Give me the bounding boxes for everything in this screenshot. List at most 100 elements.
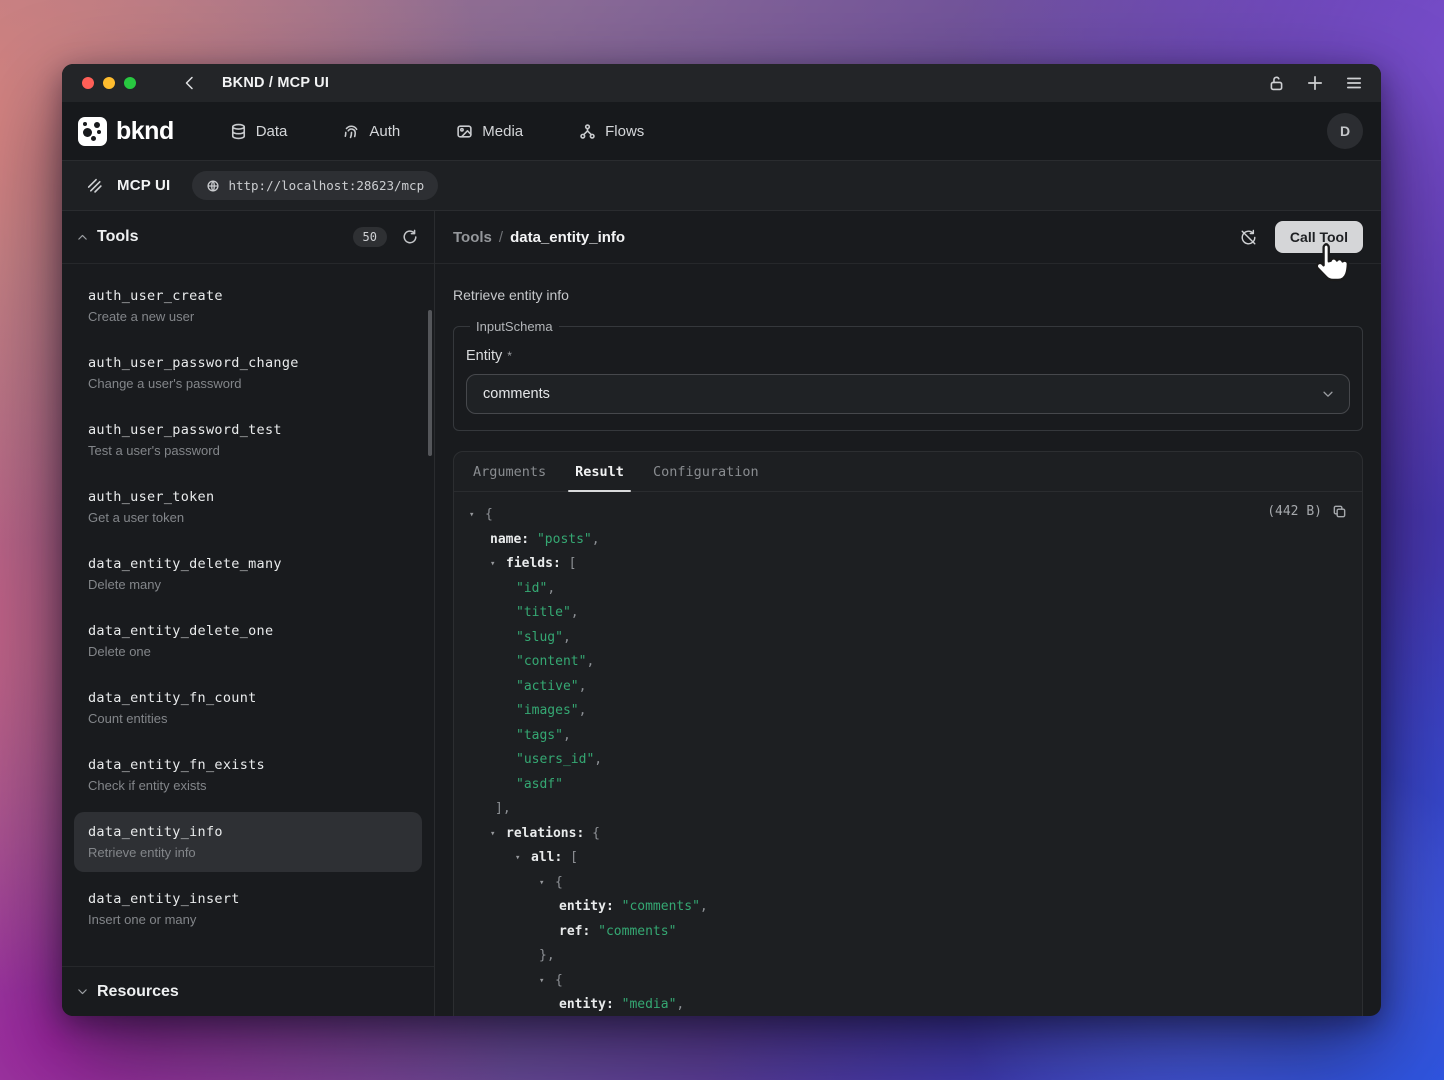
- sidebar-tool-item[interactable]: auth_user_password_test Test a user's pa…: [74, 410, 422, 470]
- sidebar-tool-item[interactable]: auth_user_password_change Change a user'…: [74, 343, 422, 403]
- mcp-url-pill[interactable]: http://localhost:28623/mcp: [192, 171, 438, 200]
- sidebar-tool-item[interactable]: data_entity_insert Insert one or many: [74, 879, 422, 939]
- globe-icon: [206, 179, 220, 193]
- tool-name: data_entity_delete_many: [88, 554, 408, 574]
- nav-item-auth[interactable]: Auth: [343, 123, 400, 140]
- tab-arguments[interactable]: Arguments: [470, 464, 549, 491]
- tool-description: Count entities: [88, 710, 408, 728]
- json-line: entity: "media",: [469, 993, 1346, 1016]
- json-line: ▾{: [469, 969, 1346, 994]
- collapse-toggle-icon[interactable]: ▾: [490, 822, 506, 847]
- tool-description: Get a user token: [88, 509, 408, 527]
- refresh-tools-button[interactable]: [402, 229, 418, 245]
- json-line: ▾fields: [: [469, 552, 1346, 577]
- lock-button[interactable]: [1268, 75, 1285, 92]
- json-line: ▾{: [469, 871, 1346, 896]
- tools-count-badge: 50: [353, 227, 387, 247]
- copy-result-button[interactable]: [1332, 504, 1347, 519]
- nav-label: Auth: [369, 123, 400, 140]
- brand-name: bknd: [116, 117, 174, 146]
- sidebar-tool-item[interactable]: data_entity_info Retrieve entity info: [74, 812, 422, 872]
- resources-section-header[interactable]: Resources: [62, 966, 434, 1016]
- json-line: "content",: [469, 650, 1346, 675]
- json-line: "tags",: [469, 724, 1346, 749]
- call-tool-button[interactable]: Call Tool: [1275, 221, 1363, 253]
- tool-name: auth_user_password_test: [88, 420, 408, 440]
- json-line: ▾{: [469, 503, 1346, 528]
- sidebar-tool-item[interactable]: auth_user_create Create a new user: [74, 276, 422, 336]
- json-lines: ▾{name: "posts",▾fields: ["id","title","…: [469, 503, 1346, 1016]
- entity-select[interactable]: comments: [466, 374, 1350, 414]
- refresh-off-icon: [1239, 228, 1258, 247]
- nav-item-flows[interactable]: Flows: [579, 123, 644, 140]
- layers-icon: [86, 177, 103, 194]
- tool-name: data_entity_insert: [88, 889, 408, 909]
- tool-name: data_entity_fn_count: [88, 688, 408, 708]
- brand-logo[interactable]: bknd: [78, 117, 174, 146]
- chevron-down-icon: [76, 985, 89, 998]
- tool-name: data_entity_delete_one: [88, 621, 408, 641]
- close-window-button[interactable]: [82, 77, 94, 89]
- collapse-toggle-icon[interactable]: ▾: [539, 871, 555, 896]
- result-panel: Arguments Result Configuration (442 B) ▾…: [453, 451, 1363, 1016]
- tool-description: Delete many: [88, 576, 408, 594]
- sidebar-tool-item[interactable]: data_entity_delete_many Delete many: [74, 544, 422, 604]
- tool-name: auth_user_token: [88, 487, 408, 507]
- mcp-page-title: MCP UI: [117, 177, 170, 194]
- app-window: BKND / MCP UI bknd: [62, 64, 1381, 1016]
- entity-select-value: comments: [483, 386, 550, 402]
- top-nav: bknd Data Auth Media: [62, 102, 1381, 161]
- tool-description: Retrieve entity info: [453, 286, 1363, 304]
- sidebar-tool-item[interactable]: data_entity_delete_one Delete one: [74, 611, 422, 671]
- collapse-toggle-icon[interactable]: ▾: [515, 846, 531, 871]
- nav-label: Flows: [605, 123, 644, 140]
- tool-description: Change a user's password: [88, 375, 408, 393]
- tools-section-title: Tools: [97, 228, 138, 246]
- tab-result[interactable]: Result: [572, 464, 627, 491]
- mcp-url: http://localhost:28623/mcp: [228, 178, 424, 193]
- tool-description: Delete one: [88, 643, 408, 661]
- json-line: name: "posts",: [469, 528, 1346, 553]
- sidebar-tool-item[interactable]: data_entity_fn_count Count entities: [74, 678, 422, 738]
- chevron-up-icon: [76, 231, 89, 244]
- chevron-left-icon: [182, 75, 198, 91]
- new-tab-button[interactable]: [1306, 74, 1324, 92]
- collapse-toggle-icon[interactable]: ▾: [539, 969, 555, 994]
- back-button[interactable]: [182, 75, 198, 91]
- json-line: "title",: [469, 601, 1346, 626]
- collapse-toggle-icon[interactable]: ▾: [490, 552, 506, 577]
- auto-call-disabled-button[interactable]: [1239, 228, 1258, 247]
- tool-description: Check if entity exists: [88, 777, 408, 795]
- chevron-down-icon: [1321, 387, 1335, 401]
- traffic-lights: [82, 77, 136, 89]
- breadcrumb-section[interactable]: Tools: [453, 229, 492, 246]
- zoom-window-button[interactable]: [124, 77, 136, 89]
- json-line: "id",: [469, 577, 1346, 602]
- plus-icon: [1306, 74, 1324, 92]
- nav-label: Data: [256, 123, 288, 140]
- tools-section-header[interactable]: Tools 50: [62, 211, 434, 264]
- json-line: "active",: [469, 675, 1346, 700]
- json-line: ref: "comments": [469, 920, 1346, 945]
- json-line: ▾all: [: [469, 846, 1346, 871]
- sidebar-scrollbar-thumb[interactable]: [428, 310, 432, 456]
- nav-item-media[interactable]: Media: [456, 123, 523, 140]
- tool-name: auth_user_password_change: [88, 353, 408, 373]
- main-panel: Tools / data_entity_info Call Tool Retri…: [435, 211, 1381, 1016]
- copy-icon: [1332, 504, 1347, 519]
- sidebar-tool-item[interactable]: data_entity_fn_exists Check if entity ex…: [74, 745, 422, 805]
- collapse-toggle-icon[interactable]: ▾: [469, 503, 485, 528]
- tool-description: Insert one or many: [88, 911, 408, 929]
- json-line: "images",: [469, 699, 1346, 724]
- tab-configuration[interactable]: Configuration: [650, 464, 762, 491]
- json-line: "users_id",: [469, 748, 1346, 773]
- tool-name: auth_user_create: [88, 286, 408, 306]
- required-mark: *: [507, 349, 512, 363]
- minimize-window-button[interactable]: [103, 77, 115, 89]
- menu-button[interactable]: [1345, 74, 1363, 92]
- sidebar-tool-item[interactable]: auth_user_token Get a user token: [74, 477, 422, 537]
- nav-item-data[interactable]: Data: [230, 123, 288, 140]
- workflow-icon: [579, 123, 596, 140]
- json-line: entity: "comments",: [469, 895, 1346, 920]
- user-avatar[interactable]: D: [1327, 113, 1363, 149]
